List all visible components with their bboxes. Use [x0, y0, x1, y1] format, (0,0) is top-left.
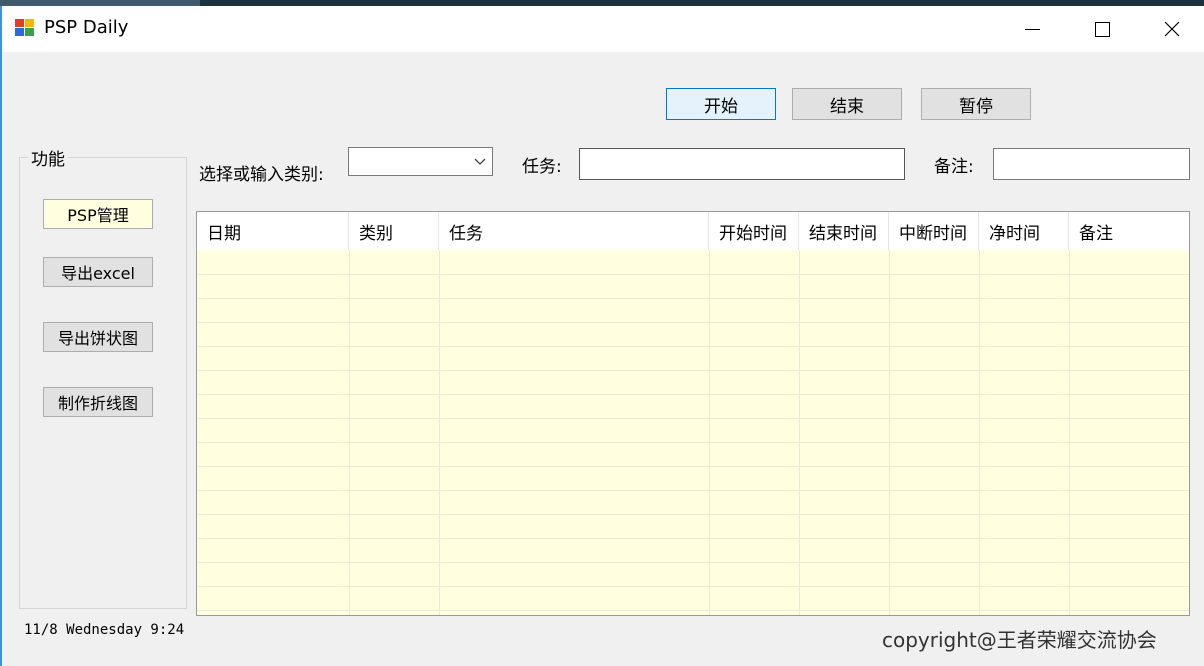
grid-row-line	[197, 490, 1189, 491]
title-bar: PSP Daily	[2, 6, 1204, 52]
note-input[interactable]	[993, 148, 1190, 180]
app-window: PSP Daily 开始 结束 暂停 功能 PSP管理 导出excel 导出饼状…	[0, 6, 1204, 666]
grid-row-line	[197, 346, 1189, 347]
column-header-end-time[interactable]: 结束时间	[799, 212, 889, 250]
column-header-interrupt-time[interactable]: 中断时间	[889, 212, 979, 250]
column-header-start-time[interactable]: 开始时间	[709, 212, 799, 250]
note-label: 备注:	[934, 157, 974, 177]
copyright-text: copyright@王者荣耀交流协会	[882, 628, 1157, 652]
close-button[interactable]	[1138, 6, 1204, 52]
grid-column-line	[1069, 250, 1070, 615]
category-label: 选择或输入类别:	[199, 165, 324, 185]
make-line-chart-button[interactable]: 制作折线图	[43, 387, 153, 417]
maximize-button[interactable]	[1068, 6, 1136, 52]
task-label: 任务:	[522, 157, 562, 177]
column-header-category[interactable]: 类别	[349, 212, 439, 250]
minimize-icon	[1024, 28, 1040, 30]
minimize-button[interactable]	[998, 6, 1066, 52]
column-header-note[interactable]: 备注	[1069, 212, 1189, 250]
grid-row-line	[197, 586, 1189, 587]
status-datetime: 11/8 Wednesday 9:24	[24, 622, 185, 638]
pause-button[interactable]: 暂停	[921, 88, 1031, 120]
grid-row-line	[197, 562, 1189, 563]
column-header-date[interactable]: 日期	[197, 212, 349, 250]
function-group-title: 功能	[28, 145, 68, 170]
psp-data-grid[interactable]: 日期 类别 任务 开始时间 结束时间 中断时间 净时间 备注	[196, 211, 1190, 616]
grid-row-line	[197, 538, 1189, 539]
grid-row-line	[197, 442, 1189, 443]
column-header-net-time[interactable]: 净时间	[979, 212, 1069, 250]
grid-row-line	[197, 466, 1189, 467]
grid-row-line	[197, 298, 1189, 299]
category-combobox[interactable]	[348, 147, 493, 176]
grid-row-line	[197, 394, 1189, 395]
window-title: PSP Daily	[44, 17, 129, 38]
end-button[interactable]: 结束	[792, 88, 902, 120]
chevron-down-icon	[474, 158, 486, 165]
export-excel-button[interactable]: 导出excel	[43, 257, 153, 287]
grid-row-line	[197, 610, 1189, 611]
export-pie-chart-button[interactable]: 导出饼状图	[43, 322, 153, 352]
task-input[interactable]	[579, 148, 905, 180]
grid-row-line	[197, 370, 1189, 371]
close-icon	[1164, 21, 1180, 37]
psp-manage-button[interactable]: PSP管理	[43, 199, 153, 229]
start-button[interactable]: 开始	[666, 88, 776, 120]
grid-column-line	[349, 250, 350, 615]
grid-row-line	[197, 274, 1189, 275]
grid-column-line	[799, 250, 800, 615]
grid-row-line	[197, 322, 1189, 323]
grid-column-line	[439, 250, 440, 615]
app-icon	[15, 19, 35, 37]
grid-row-line	[197, 418, 1189, 419]
column-header-task[interactable]: 任务	[439, 212, 709, 250]
grid-column-line	[979, 250, 980, 615]
maximize-icon	[1094, 21, 1110, 37]
grid-row-line	[197, 514, 1189, 515]
grid-column-line	[889, 250, 890, 615]
grid-header: 日期 类别 任务 开始时间 结束时间 中断时间 净时间 备注	[197, 212, 1189, 250]
grid-column-line	[709, 250, 710, 615]
